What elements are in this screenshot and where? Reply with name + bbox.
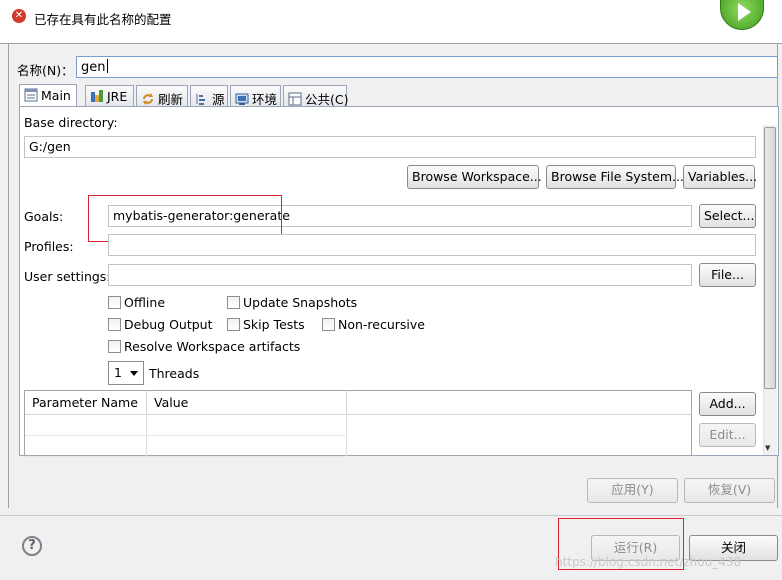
error-message: 已存在具有此名称的配置 xyxy=(34,12,172,27)
table-cell xyxy=(25,415,147,436)
watermark-text: https://blog.csdn.net/zhou_438 xyxy=(555,555,742,569)
debug-output-box[interactable] xyxy=(108,318,121,331)
debug-output-label: Debug Output xyxy=(124,317,213,332)
column-header-value[interactable]: Value xyxy=(147,391,347,415)
tab-refresh[interactable]: 刷新 xyxy=(136,85,188,107)
file-button[interactable]: File... xyxy=(699,263,756,287)
non-recursive-checkbox[interactable]: Non-recursive xyxy=(322,317,425,332)
jre-icon xyxy=(91,90,103,102)
tab-environment[interactable]: 环境 xyxy=(230,85,281,107)
tab-jre[interactable]: JRE xyxy=(85,85,134,107)
scrollbar-thumb[interactable] xyxy=(764,127,776,389)
tab-jre-label: JRE xyxy=(107,89,128,104)
table-cell xyxy=(147,415,347,436)
edit-button[interactable]: Edit... xyxy=(699,423,756,447)
user-settings-label: User settings: xyxy=(24,269,111,284)
table-cell xyxy=(147,436,347,457)
update-snapshots-label: Update Snapshots xyxy=(243,295,358,310)
profiles-label: Profiles: xyxy=(24,239,74,254)
variables-button[interactable]: Variables... xyxy=(683,165,757,189)
goals-label: Goals: xyxy=(24,209,64,224)
resolve-workspace-label: Resolve Workspace artifacts xyxy=(124,339,301,354)
resolve-workspace-checkbox[interactable]: Resolve Workspace artifacts xyxy=(108,339,300,354)
select-button[interactable]: Select... xyxy=(699,204,756,228)
chevron-down-icon xyxy=(130,371,138,376)
tab-main-label: Main xyxy=(41,88,71,103)
source-icon xyxy=(196,94,205,105)
update-snapshots-checkbox[interactable]: Update Snapshots xyxy=(227,295,357,310)
footer-separator xyxy=(0,515,782,516)
browse-file-system-button[interactable]: Browse File System... xyxy=(546,165,684,189)
column-header-filler xyxy=(347,391,691,415)
threads-value: 1 xyxy=(114,365,122,380)
name-value: gen xyxy=(81,60,106,75)
skip-tests-checkbox[interactable]: Skip Tests xyxy=(227,317,305,332)
help-icon[interactable]: ? xyxy=(22,536,42,556)
resolve-workspace-box[interactable] xyxy=(108,340,121,353)
environment-icon xyxy=(235,93,249,105)
tab-source[interactable]: 源 xyxy=(190,85,228,107)
tab-environment-label: 环境 xyxy=(252,92,278,107)
offline-label: Offline xyxy=(124,295,166,310)
user-settings-input[interactable] xyxy=(108,264,692,286)
update-snapshots-box[interactable] xyxy=(227,296,240,309)
name-label: 名称(N)： xyxy=(17,63,74,78)
tab-source-label: 源 xyxy=(212,92,225,107)
profiles-input[interactable] xyxy=(108,234,756,256)
tab-main[interactable]: Main xyxy=(19,84,77,108)
add-button[interactable]: Add... xyxy=(699,392,756,416)
revert-button[interactable]: 恢复(V) xyxy=(684,478,775,503)
apply-button[interactable]: 应用(Y) xyxy=(587,478,678,503)
non-recursive-label: Non-recursive xyxy=(338,317,425,332)
browse-workspace-button[interactable]: Browse Workspace... xyxy=(407,165,542,189)
non-recursive-box[interactable] xyxy=(322,318,335,331)
base-directory-input[interactable]: G:/gen xyxy=(24,136,756,158)
offline-box[interactable] xyxy=(108,296,121,309)
common-icon xyxy=(288,92,302,106)
base-directory-label: Base directory: xyxy=(24,115,118,130)
offline-checkbox[interactable]: Offline xyxy=(108,295,165,310)
tab-refresh-label: 刷新 xyxy=(158,92,184,107)
table-cell xyxy=(25,436,147,457)
parameter-table[interactable]: Parameter Name Value xyxy=(24,390,692,457)
skip-tests-box[interactable] xyxy=(227,318,240,331)
threads-label: Threads xyxy=(149,366,200,381)
tab-common-label: 公共(C) xyxy=(305,92,349,107)
column-header-parameter-name[interactable]: Parameter Name xyxy=(25,391,147,415)
name-input[interactable]: gen xyxy=(76,56,778,78)
main-tab-icon xyxy=(24,88,38,102)
error-icon: ✕ xyxy=(12,9,26,23)
text-caret xyxy=(106,59,108,73)
tab-common[interactable]: 公共(C) xyxy=(283,85,349,107)
debug-output-checkbox[interactable]: Debug Output xyxy=(108,317,213,332)
skip-tests-label: Skip Tests xyxy=(243,317,305,332)
refresh-icon xyxy=(143,93,153,105)
threads-select[interactable]: 1 xyxy=(108,361,144,385)
scroll-down-icon[interactable]: ▼ xyxy=(765,444,770,452)
